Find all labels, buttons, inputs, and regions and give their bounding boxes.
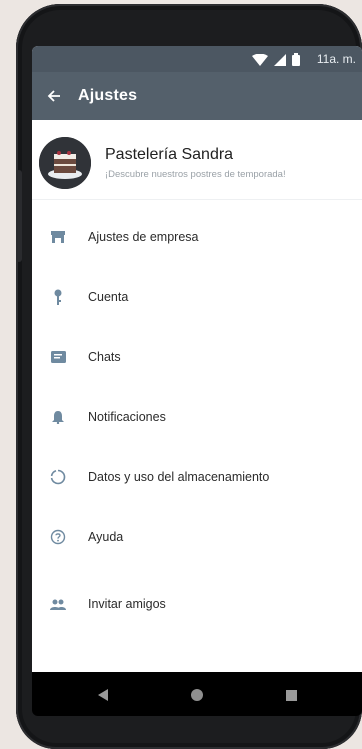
chat-icon xyxy=(44,343,72,371)
data-usage-icon xyxy=(44,463,72,491)
background: 11a. m. Ajustes Pastelería Sandra ¡Descu… xyxy=(0,0,362,749)
menu-label: Invitar amigos xyxy=(88,597,166,611)
nav-home-button[interactable] xyxy=(186,684,208,706)
triangle-back-icon xyxy=(98,689,108,701)
store-icon xyxy=(44,223,72,251)
menu-item-chats[interactable]: Chats xyxy=(32,332,362,382)
square-recents-icon xyxy=(285,689,297,701)
profile-row[interactable]: Pastelería Sandra ¡Descubre nuestros pos… xyxy=(32,126,362,200)
bell-icon xyxy=(44,403,72,431)
wifi-icon xyxy=(252,53,268,66)
profile-name: Pastelería Sandra xyxy=(105,145,234,163)
cake-photo xyxy=(39,136,91,189)
people-icon xyxy=(44,590,72,618)
menu-label: Notificaciones xyxy=(88,410,166,424)
menu-item-data-storage[interactable]: Datos y uso del almacenamiento xyxy=(32,452,362,502)
signal-icon xyxy=(274,53,286,66)
menu-label: Ajustes de empresa xyxy=(88,230,199,244)
menu-label: Ayuda xyxy=(88,530,124,544)
menu-label: Datos y uso del almacenamiento xyxy=(88,470,270,484)
status-icons xyxy=(252,53,300,66)
menu-item-business-settings[interactable]: Ajustes de empresa xyxy=(32,212,362,262)
menu-item-invite-friends[interactable]: Invitar amigos xyxy=(32,579,362,629)
menu-item-help[interactable]: Ayuda xyxy=(32,512,362,562)
avatar[interactable] xyxy=(39,136,91,189)
circle-home-icon xyxy=(191,689,203,701)
nav-recents-button[interactable] xyxy=(280,684,302,706)
side-button xyxy=(16,170,22,262)
key-icon xyxy=(44,283,72,311)
page-title: Ajustes xyxy=(78,87,138,104)
status-time: 11a. m. xyxy=(316,52,356,66)
navigation-bar xyxy=(32,672,362,716)
menu-label: Chats xyxy=(88,350,121,364)
battery-icon xyxy=(292,53,300,66)
menu-label: Cuenta xyxy=(88,290,129,304)
help-icon xyxy=(44,523,72,551)
profile-status: ¡Descubre nuestros postres de temporada! xyxy=(105,168,286,180)
nav-back-button[interactable] xyxy=(92,684,114,706)
menu-item-account[interactable]: Cuenta xyxy=(32,272,362,322)
app-bar: Ajustes xyxy=(32,72,362,120)
back-button[interactable] xyxy=(34,72,74,120)
phone-screen: 11a. m. Ajustes Pastelería Sandra ¡Descu… xyxy=(32,46,362,704)
status-bar: 11a. m. xyxy=(32,46,362,72)
menu-item-notifications[interactable]: Notificaciones xyxy=(32,392,362,442)
arrow-back-icon xyxy=(47,90,60,102)
